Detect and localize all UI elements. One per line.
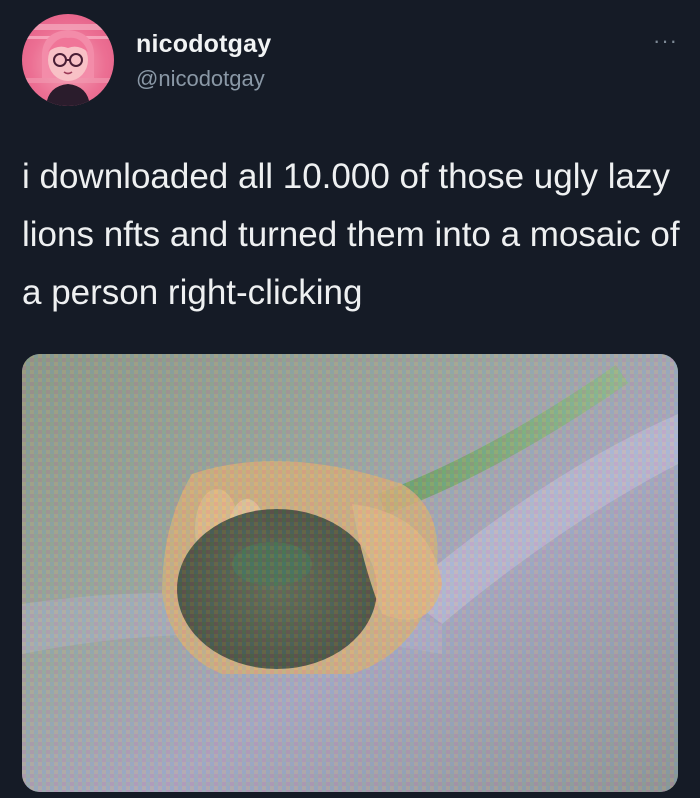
tweet-text: i downloaded all 10.000 of those ugly la… [22, 157, 680, 312]
user-handle[interactable]: @nicodotgay [136, 66, 265, 92]
tweet-card: nicodotgay @nicodotgay ··· i downloaded … [0, 0, 700, 798]
mosaic-image [22, 354, 678, 792]
display-name[interactable]: nicodotgay [136, 30, 271, 59]
avatar-illustration-icon [22, 24, 114, 106]
more-options-icon[interactable]: ··· [653, 28, 678, 54]
avatar[interactable] [22, 14, 114, 106]
tweet-media-image[interactable] [22, 354, 678, 792]
